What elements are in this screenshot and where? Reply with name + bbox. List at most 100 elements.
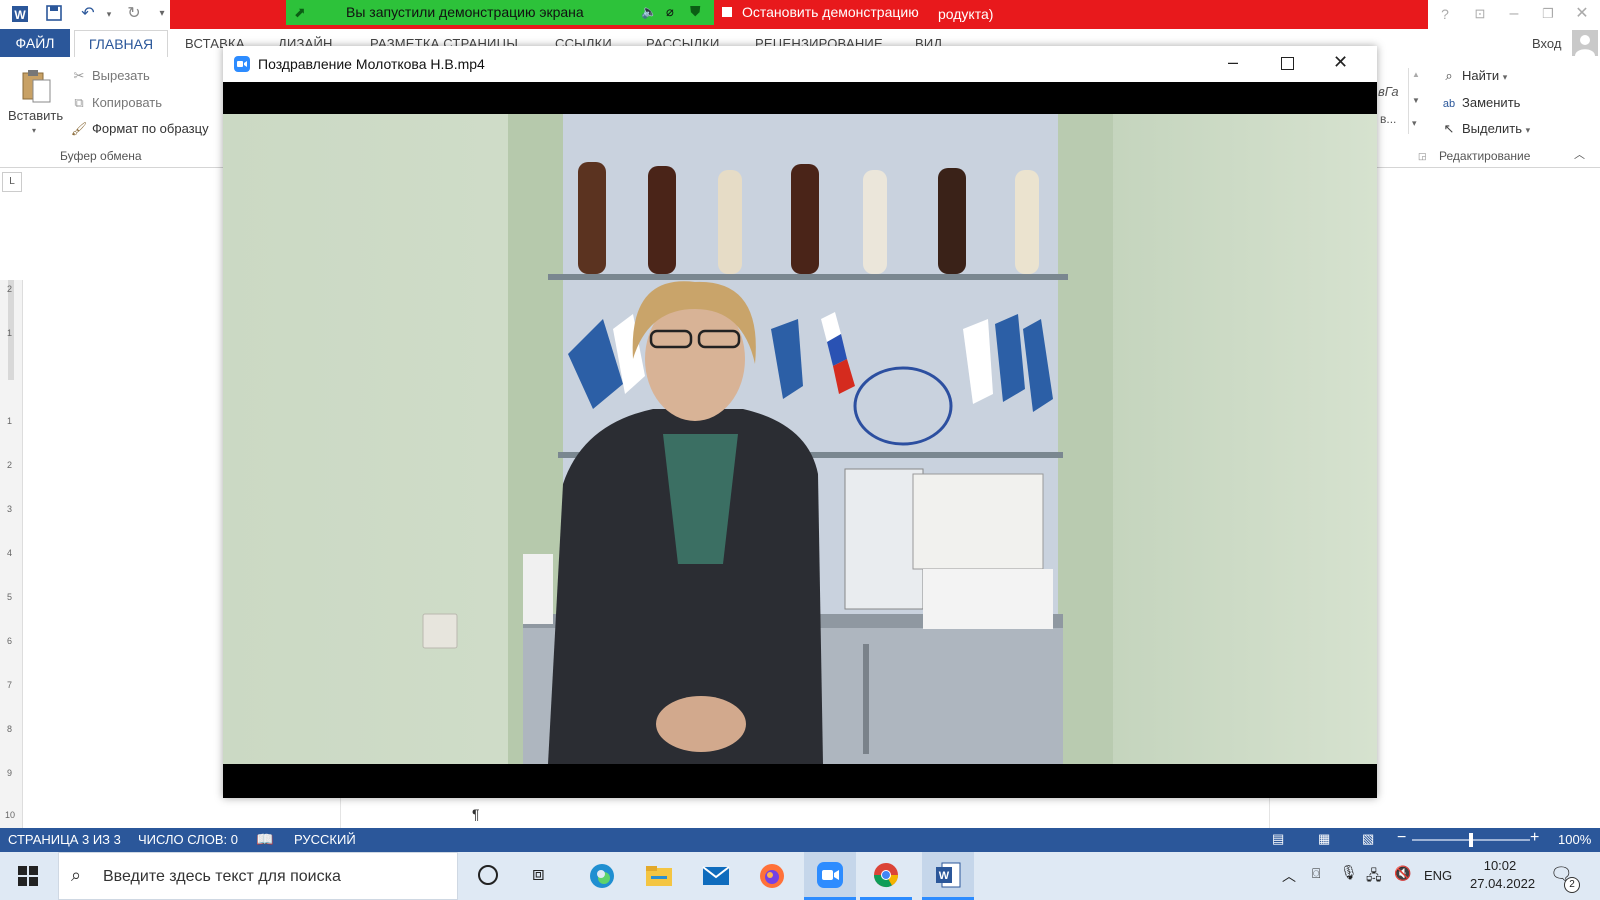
find-dropdown-icon[interactable]: ▾ <box>1503 72 1508 82</box>
ruler-number: 7 <box>7 680 13 690</box>
video-window-title-bar[interactable]: Поздравление Молоткова Н.В.mp4 – ✕ <box>223 46 1377 82</box>
ruler-number: 2 <box>7 460 13 470</box>
clipboard-group-label: Буфер обмена <box>60 149 142 163</box>
ruler-number: 2 <box>7 284 13 294</box>
volume-muted-icon[interactable]: 🔇 <box>1394 865 1411 882</box>
quick-access-customize-icon[interactable]: ▾ <box>152 4 172 24</box>
network-icon[interactable]: 🖧 <box>1366 865 1382 889</box>
vertical-ruler: 2 1 1 2 3 4 5 6 7 8 9 10 <box>0 280 23 828</box>
mail-icon[interactable] <box>702 866 730 889</box>
word-app-icon: W <box>10 4 30 24</box>
collapse-ribbon-icon[interactable]: ︿ <box>1574 146 1585 162</box>
find-label: Найти <box>1462 68 1500 83</box>
copy-label: Копировать <box>92 95 162 110</box>
select-dropdown-icon[interactable]: ▾ <box>1526 125 1531 135</box>
styles-scroll[interactable]: ▲ ▼ ▾ <box>1408 68 1423 134</box>
minimize-icon[interactable]: – <box>1504 4 1524 24</box>
search-placeholder: Введите здесь текст для поиска <box>103 868 341 885</box>
format-painter-icon: 🖌 <box>70 121 88 136</box>
ruler-number: 8 <box>7 724 13 734</box>
tab-selector-icon[interactable]: L <box>2 172 22 192</box>
firefox-icon[interactable] <box>758 862 786 893</box>
taskbar-word-app[interactable]: W <box>922 852 974 900</box>
redo-icon[interactable]: ↻ <box>124 4 144 24</box>
stop-share-button[interactable]: Остановить демонстрацию <box>714 0 938 25</box>
task-view-icon[interactable]: ⧈ <box>532 863 545 886</box>
speaker-icon[interactable]: 🔈 <box>641 4 657 20</box>
avatar[interactable] <box>1572 30 1598 56</box>
styles-more-icon[interactable]: ▾ <box>1412 118 1417 129</box>
chevron-up-icon[interactable]: ▲ <box>1412 70 1420 79</box>
editing-group-label: Редактирование <box>1439 149 1531 163</box>
svg-text:W: W <box>939 870 950 882</box>
mic-muted-icon[interactable]: ⌀ <box>666 4 674 20</box>
web-layout-icon[interactable]: ▧ <box>1362 831 1374 847</box>
find-button[interactable]: ⌕ Найти ▾ <box>1440 68 1507 84</box>
microphone-icon[interactable]: 🎙 <box>1340 864 1358 881</box>
zoom-level[interactable]: 100% <box>1558 832 1591 847</box>
ruler-number: 3 <box>7 504 13 514</box>
chrome-icon <box>874 863 898 888</box>
taskbar-zoom-app[interactable] <box>804 852 856 900</box>
paste-button[interactable]: Вставить ▾ <box>8 66 64 136</box>
video-window-title: Поздравление Молоткова Н.В.mp4 <box>258 56 485 72</box>
binoculars-icon: ⌕ <box>1445 68 1453 83</box>
video-maximize-icon[interactable] <box>1281 57 1294 70</box>
pilcrow-mark: ¶ <box>472 806 480 822</box>
zoom-slider[interactable] <box>1412 833 1530 847</box>
undo-dropdown-icon[interactable]: ▾ <box>99 4 119 24</box>
styles-dialog-launcher-icon[interactable]: ◲ <box>1418 151 1427 162</box>
restore-icon[interactable]: ❐ <box>1538 4 1558 24</box>
format-painter-button[interactable]: 🖌 Формат по образцу <box>70 121 209 137</box>
zoom-out-icon[interactable]: − <box>1397 829 1406 847</box>
ruler-number: 5 <box>7 592 13 602</box>
webcam-icon[interactable]: ⌼ <box>1312 865 1320 882</box>
proofing-icon[interactable]: 📖 <box>256 831 273 848</box>
input-language[interactable]: ENG <box>1424 868 1452 883</box>
video-minimize-icon[interactable]: – <box>1228 52 1238 73</box>
read-mode-icon[interactable]: ▤ <box>1272 831 1284 847</box>
cut-label: Вырезать <box>92 68 150 83</box>
zoom-app-icon <box>817 862 843 888</box>
cut-button[interactable]: ✂ Вырезать <box>70 68 150 84</box>
video-frame[interactable] <box>223 114 1377 764</box>
cortana-icon[interactable] <box>478 865 498 885</box>
tab-file[interactable]: ФАЙЛ <box>0 29 70 57</box>
tab-home[interactable]: ГЛАВНАЯ <box>74 30 168 58</box>
select-button[interactable]: ↖ Выделить ▾ <box>1440 121 1531 137</box>
style-preview-2[interactable]: в... <box>1380 112 1396 126</box>
chevron-down-icon[interactable]: ▼ <box>1412 96 1420 105</box>
copy-button[interactable]: ⧉ Копировать <box>70 95 162 111</box>
ruler-number: 6 <box>7 636 13 646</box>
close-icon[interactable]: ✕ <box>1572 4 1592 24</box>
zoom-slider-thumb[interactable] <box>1469 833 1473 847</box>
taskbar-chrome-app[interactable] <box>860 852 912 900</box>
save-icon[interactable] <box>44 4 64 24</box>
scissors-icon: ✂ <box>73 68 85 83</box>
replace-button[interactable]: ab Заменить <box>1440 95 1521 110</box>
undo-icon[interactable]: ↶ <box>78 4 98 24</box>
style-preview-1[interactable]: вГа <box>1378 84 1399 99</box>
help-icon[interactable]: ? <box>1435 4 1455 24</box>
clock-time: 10:02 <box>1483 858 1517 873</box>
zoom-app-icon <box>234 56 250 72</box>
edge-icon[interactable] <box>588 862 616 893</box>
word-count[interactable]: ЧИСЛО СЛОВ: 0 <box>138 832 238 847</box>
zoom-in-icon[interactable]: + <box>1530 829 1539 847</box>
clock[interactable]: 10:02 27.04.2022 <box>1470 858 1535 891</box>
page-count[interactable]: СТРАНИЦА 3 ИЗ 3 <box>8 832 121 847</box>
select-label: Выделить <box>1462 121 1522 136</box>
sign-in-link[interactable]: Вход <box>1532 36 1561 51</box>
tray-overflow-icon[interactable]: ︿ <box>1282 866 1296 886</box>
print-layout-icon[interactable]: ▦ <box>1318 831 1330 847</box>
ribbon-display-icon[interactable]: ⊡ <box>1470 4 1490 24</box>
taskbar-search-box[interactable]: ⌕ Введите здесь текст для поиска <box>58 852 458 900</box>
video-close-icon[interactable]: ✕ <box>1333 52 1348 73</box>
windows-start-icon[interactable] <box>18 866 38 889</box>
file-explorer-icon[interactable] <box>645 864 673 891</box>
shield-icon[interactable]: ⛊ <box>690 3 701 20</box>
language-indicator[interactable]: РУССКИЙ <box>294 832 356 847</box>
paste-dropdown-icon[interactable]: ▾ <box>32 126 36 135</box>
svg-text:W: W <box>14 8 26 22</box>
video-still-image <box>223 114 1377 764</box>
